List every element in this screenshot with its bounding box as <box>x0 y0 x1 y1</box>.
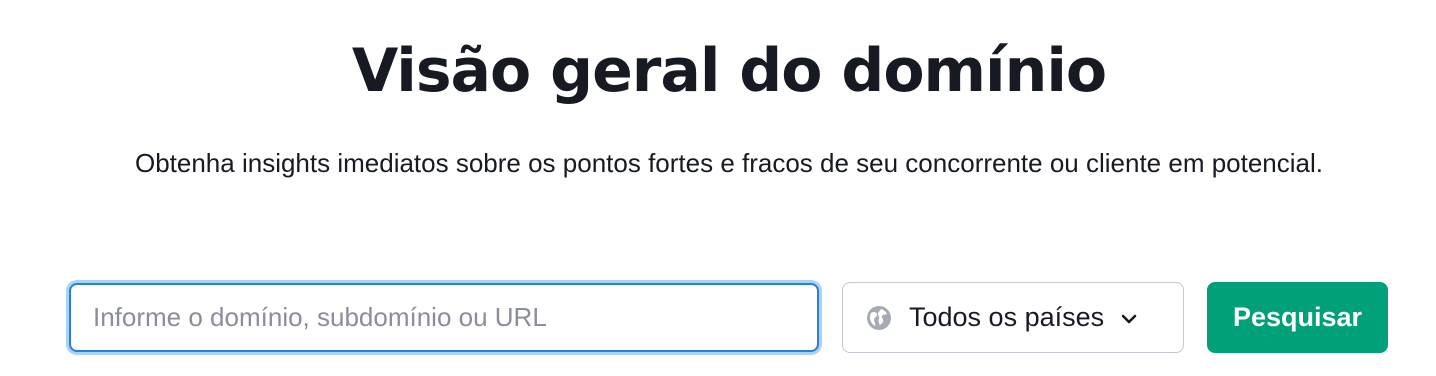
chevron-down-icon <box>1120 312 1138 324</box>
country-dropdown[interactable]: Todos os países <box>842 282 1184 353</box>
domain-search-input[interactable] <box>69 283 819 352</box>
search-button[interactable]: Pesquisar <box>1207 282 1388 353</box>
globe-icon <box>865 304 893 332</box>
domain-overview-page: Visão geral do domínio Obtenha insights … <box>0 0 1436 376</box>
search-bar: Todos os países Pesquisar <box>0 0 1436 376</box>
country-dropdown-label: Todos os países <box>909 302 1105 332</box>
